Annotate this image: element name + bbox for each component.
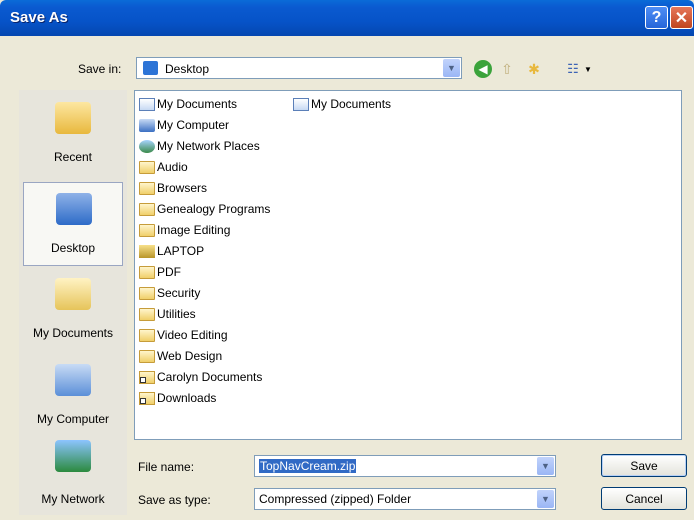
list-item[interactable]: My Documents <box>139 95 237 113</box>
file-name-label: File name: <box>138 460 195 474</box>
my-network-icon <box>55 440 91 472</box>
place-label: Recent <box>53 150 93 164</box>
folder-icon <box>139 160 155 174</box>
documents-shortcut-icon <box>293 97 309 111</box>
laptop-icon <box>139 244 155 258</box>
place-my-documents[interactable]: My Documents <box>23 268 123 352</box>
place-label: My Network <box>41 492 105 506</box>
place-my-network[interactable]: My Network <box>23 430 123 514</box>
place-desktop[interactable]: Desktop <box>23 182 123 266</box>
save-in-dropdown[interactable]: Desktop ▼ <box>136 57 462 79</box>
list-item[interactable]: Video Editing <box>139 326 228 344</box>
list-item[interactable]: Downloads <box>139 389 216 407</box>
file-list[interactable]: My Documents My Computer My Network Plac… <box>134 90 682 440</box>
place-label: My Computer <box>36 412 110 426</box>
recent-icon <box>55 102 91 134</box>
window-title: Save As <box>10 9 68 26</box>
my-computer-icon <box>139 118 155 132</box>
list-item[interactable]: Image Editing <box>139 221 230 239</box>
folder-icon <box>139 202 155 216</box>
list-item[interactable]: LAPTOP <box>139 242 204 260</box>
list-item[interactable]: Audio <box>139 158 188 176</box>
network-places-icon <box>139 139 155 153</box>
places-bar: Recent Desktop My Documents My Computer … <box>19 90 127 515</box>
folder-shortcut-icon <box>139 370 155 384</box>
my-computer-icon <box>55 364 91 396</box>
list-item[interactable]: Web Design <box>139 347 222 365</box>
list-item[interactable]: Genealogy Programs <box>139 200 270 218</box>
list-item[interactable]: My Network Places <box>139 137 260 155</box>
view-menu-arrow-icon[interactable]: ▼ <box>584 60 592 78</box>
my-documents-icon <box>55 278 91 310</box>
save-in-label: Save in: <box>78 62 122 76</box>
folder-icon <box>139 307 155 321</box>
list-item[interactable]: Carolyn Documents <box>139 368 262 386</box>
place-my-computer[interactable]: My Computer <box>23 354 123 438</box>
folder-icon <box>139 265 155 279</box>
save-button[interactable]: Save <box>601 454 687 477</box>
file-name-value: TopNavCream.zip <box>259 459 357 473</box>
close-button[interactable]: ✕ <box>670 6 693 29</box>
place-recent[interactable]: Recent <box>23 92 123 176</box>
help-button[interactable]: ? <box>645 6 668 29</box>
folder-shortcut-icon <box>139 391 155 405</box>
folder-icon <box>139 328 155 342</box>
cancel-button[interactable]: Cancel <box>601 487 687 510</box>
list-item[interactable]: My Computer <box>139 116 229 134</box>
place-label: Desktop <box>50 241 96 255</box>
folder-icon <box>139 223 155 237</box>
folder-icon <box>139 286 155 300</box>
up-one-level-icon[interactable]: ⇧ <box>498 60 516 78</box>
folder-icon <box>139 349 155 363</box>
file-name-input[interactable]: TopNavCream.zip ▼ <box>254 455 556 477</box>
chevron-down-icon[interactable]: ▼ <box>443 59 460 77</box>
save-in-value: Desktop <box>165 62 210 76</box>
chevron-down-icon[interactable]: ▼ <box>537 490 554 508</box>
my-documents-icon <box>139 97 155 111</box>
save-as-type-value: Compressed (zipped) Folder <box>259 492 412 506</box>
title-bar[interactable]: Save As ? ✕ <box>0 0 694 36</box>
folder-icon <box>139 181 155 195</box>
view-menu-icon[interactable]: ☷ <box>562 60 584 78</box>
place-label: My Documents <box>32 326 114 340</box>
chevron-down-icon[interactable]: ▼ <box>537 457 554 475</box>
go-back-icon[interactable]: ◀ <box>474 60 492 78</box>
list-item[interactable]: Browsers <box>139 179 207 197</box>
list-item[interactable]: PDF <box>139 263 181 281</box>
desktop-icon <box>143 61 158 75</box>
desktop-icon <box>56 193 92 225</box>
list-item[interactable]: My Documents <box>293 95 391 113</box>
list-item[interactable]: Utilities <box>139 305 196 323</box>
list-item[interactable]: Security <box>139 284 200 302</box>
save-as-type-dropdown[interactable]: Compressed (zipped) Folder ▼ <box>254 488 556 510</box>
new-folder-icon[interactable]: ✱ <box>524 60 544 78</box>
save-as-type-label: Save as type: <box>138 493 211 507</box>
